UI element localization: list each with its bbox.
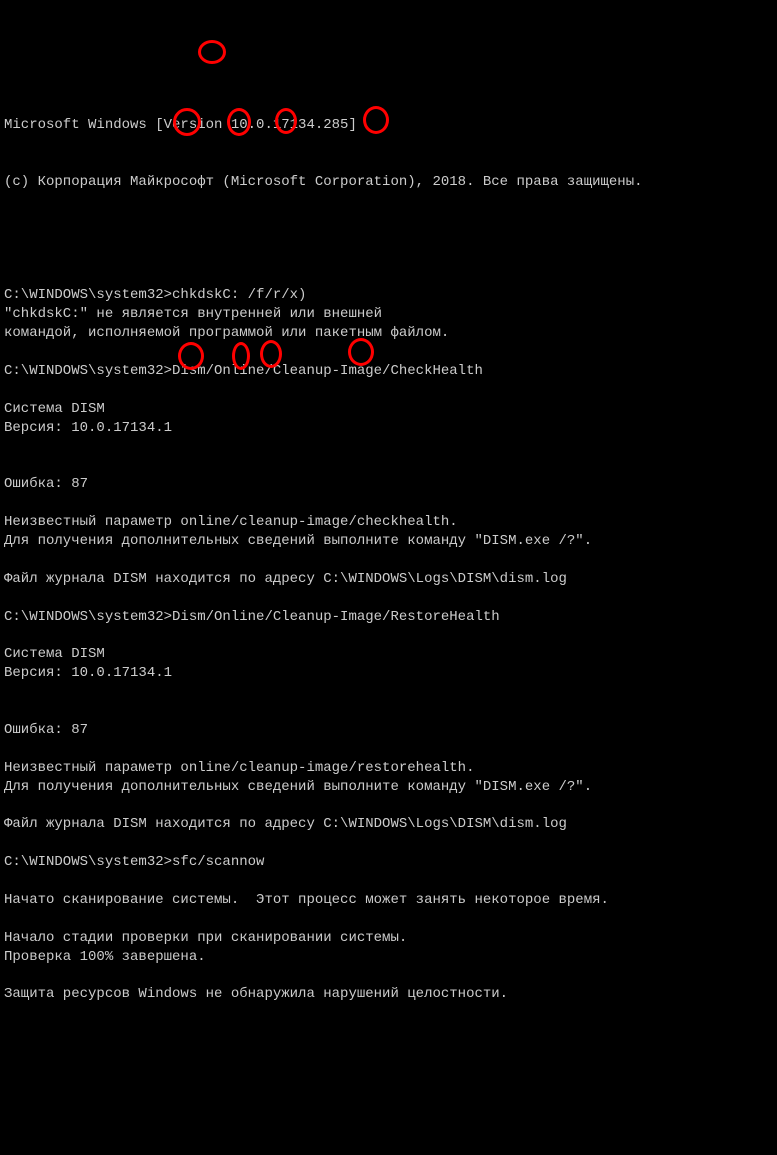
output-line: Ошибка: 87 [4,721,773,740]
command-prompt-window: Microsoft Windows [Version 10.0.17134.28… [4,79,773,1024]
output-line [4,494,773,513]
output-line: Для получения дополнительных сведений вы… [4,532,773,551]
annotation-circle [198,40,226,64]
output-line [4,702,773,721]
terminal-output: C:\WINDOWS\system32>chkdskC: /f/r/x)"chk… [4,286,773,1004]
header-version: Microsoft Windows [Version 10.0.17134.28… [4,116,773,135]
output-line: Для получения дополнительных сведений вы… [4,778,773,797]
output-line [4,966,773,985]
command-line[interactable]: C:\WINDOWS\system32>Dism/Online/Cleanup-… [4,608,773,627]
command-line[interactable]: C:\WINDOWS\system32>chkdskC: /f/r/x) [4,286,773,305]
output-line: "chkdskC:" не является внутренней или вн… [4,305,773,324]
output-line [4,626,773,645]
output-line: Cистема DISM [4,400,773,419]
command-line[interactable]: C:\WINDOWS\system32>sfc/scannow [4,853,773,872]
header-copyright: (c) Корпорация Майкрософт (Microsoft Cor… [4,173,773,192]
output-line [4,796,773,815]
output-line [4,381,773,400]
output-line: Начато сканирование системы. Этот процес… [4,891,773,910]
output-line: Файл журнала DISM находится по адресу C:… [4,815,773,834]
output-line: Начало стадии проверки при сканировании … [4,929,773,948]
output-line: Файл журнала DISM находится по адресу C:… [4,570,773,589]
output-line: Неизвестный параметр online/cleanup-imag… [4,513,773,532]
output-line: Версия: 10.0.17134.1 [4,664,773,683]
output-line: Неизвестный параметр online/cleanup-imag… [4,759,773,778]
output-line [4,683,773,702]
output-line [4,551,773,570]
output-line [4,910,773,929]
output-line: Ошибка: 87 [4,475,773,494]
output-line [4,456,773,475]
output-line [4,740,773,759]
output-line: Версия: 10.0.17134.1 [4,419,773,438]
output-line [4,437,773,456]
output-line: Cистема DISM [4,645,773,664]
output-line [4,872,773,891]
output-line: Проверка 100% завершена. [4,948,773,967]
command-line[interactable]: C:\WINDOWS\system32>Dism/Online/Cleanup-… [4,362,773,381]
output-line: Защита ресурсов Windows не обнаружила на… [4,985,773,1004]
output-line: командой, исполняемой программой или пак… [4,324,773,343]
